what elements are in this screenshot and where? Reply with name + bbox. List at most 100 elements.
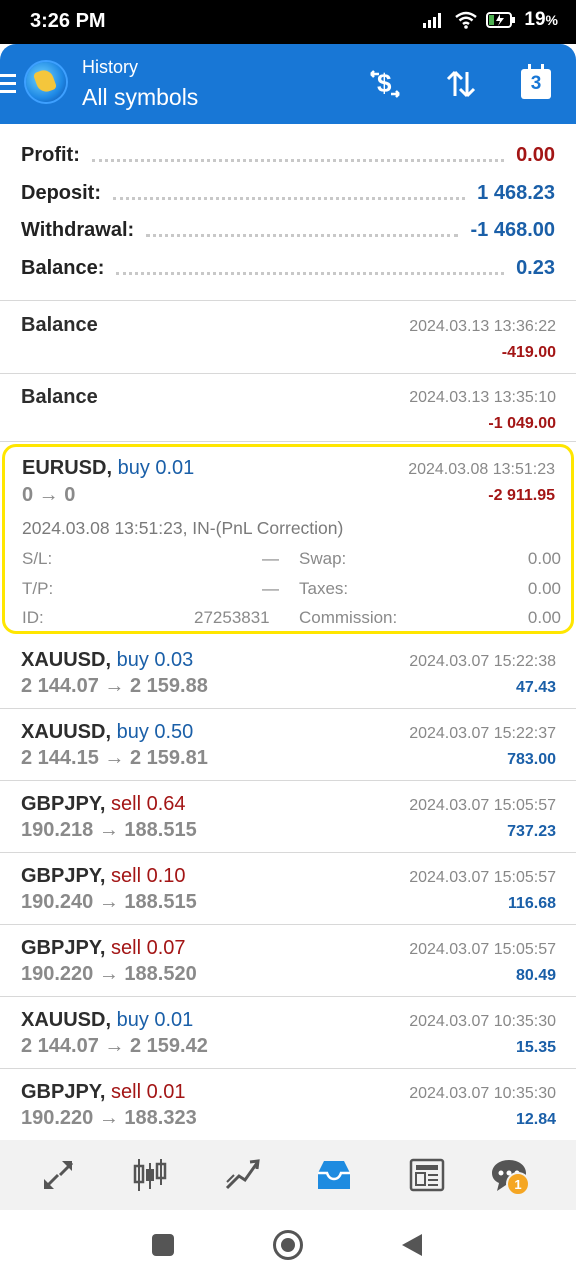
app-bar: History All symbols $ 3 [0,44,576,124]
symbol-name: GBPJPY, [21,1081,106,1103]
deal-row[interactable]: XAUUSD, buy 0.01 2 144.07 → 2 159.42 2024.… [0,997,576,1069]
sort-button[interactable] [439,62,483,106]
deal-prices: 190.218 → 188.515 [21,819,197,841]
deal-symbol: GBPJPY, sell 0.07 [21,937,186,960]
deal-side: buy 0.01 [116,1009,194,1031]
tp-value: — [262,579,279,598]
summary-label: Withdrawal: [21,219,135,241]
nav-news[interactable] [404,1152,450,1198]
deal-side: sell 0.64 [111,793,186,815]
trade-icon [225,1159,260,1190]
taxes-value: 0.00 [527,579,561,598]
sl-label: S/L: [22,549,53,568]
sort-icon [446,70,476,98]
deal-prices: 2 144.07 → 2 159.42 [21,1035,208,1057]
deal-row[interactable]: GBPJPY, sell 0.10 190.240 → 188.515 2024.0… [0,853,576,925]
nav-quotes[interactable] [35,1152,81,1198]
item-amount: -1 049.00 [488,415,556,432]
deal-symbol: GBPJPY, sell 0.01 [21,1081,186,1104]
nav-trade[interactable] [219,1152,265,1198]
swap-label: Swap: [299,549,347,568]
summary-value: 1 468.23 [477,182,555,204]
symbol-name: EURUSD, [22,457,113,479]
deal-symbol: EURUSD, buy 0.01 [22,457,194,480]
symbol-name: XAUUSD, [21,721,112,743]
deal-profit: -2 911.95 [488,487,555,504]
period-calendar-button[interactable]: 3 [514,62,558,106]
deal-side: buy 0.01 [117,457,195,479]
operation-label: Balance [21,314,98,336]
item-datetime: 2024.03.13 13:35:10 [409,389,556,406]
history-icon [318,1161,350,1189]
id-value: 27253831 [194,608,270,627]
deal-profit: 15.35 [515,1039,556,1056]
id-label: ID: [22,608,44,627]
deal-side: sell 0.10 [111,865,186,887]
svg-text:$: $ [377,68,392,98]
bottom-navigation: 1 [0,1140,576,1210]
deal-symbol: XAUUSD, buy 0.50 [21,721,193,744]
summary-value: 0.00 [516,144,555,166]
commission-label: Commission: [299,608,398,627]
app-bar-subtitle: History [82,57,139,77]
deal-prices: 190.220 → 188.323 [21,1107,197,1129]
home-icon[interactable] [273,1230,303,1260]
symbol-filter-title[interactable]: All symbols [82,84,198,111]
deal-row[interactable]: XAUUSD, buy 0.50 2 144.15 → 2 159.81 2024.… [0,709,576,781]
battery-level: 19 [524,9,546,30]
deal-row[interactable]: GBPJPY, sell 0.07 190.220 → 188.520 2024.0… [0,925,576,997]
battery-unit: % [545,12,558,28]
deal-datetime: 2024.03.08 13:51:23 [408,461,555,478]
summary-withdrawal: Withdrawal: -1 468.00 [21,212,555,249]
deal-datetime: 2024.03.07 15:22:37 [409,725,556,742]
deal-symbol: XAUUSD, buy 0.01 [21,1009,193,1032]
list-item[interactable]: Balance 2024.03.13 13:36:22 -419.00 [0,301,576,374]
symbol-name: XAUUSD, [21,1009,112,1031]
sl-value: — [262,549,279,568]
deal-row[interactable]: GBPJPY, sell 0.01 190.220 → 188.323 2024.0… [0,1069,576,1141]
deal-prices: 190.220 → 188.520 [21,963,197,985]
deal-profit: 737.23 [507,823,556,840]
deal-prices: 0 → 0 [22,484,76,506]
summary-profit: Profit: 0.00 [21,137,555,174]
list-item[interactable]: Balance 2024.03.13 13:35:10 -1 049.00 [0,374,576,442]
deal-side: buy 0.03 [116,649,194,671]
deal-profit: 116.68 [507,895,556,912]
swap-value: 0.00 [527,549,561,568]
battery-charging-icon [486,12,516,28]
chat-unread-badge: 1 [506,1172,530,1196]
operation-label: Balance [21,386,98,408]
summary-deposit: Deposit: 1 468.23 [21,175,555,212]
summary-value: -1 468.00 [470,219,555,241]
status-bar: 3:26 PM 19% [0,0,576,44]
deal-comment: 2024.03.08 13:51:23, IN-(PnL Correction) [22,518,344,538]
deposit-withdrawal-button[interactable]: $ [363,62,407,106]
deal-symbol: GBPJPY, sell 0.64 [21,793,186,816]
deal-side: buy 0.50 [116,721,194,743]
summary-label: Profit: [21,144,80,166]
signal-icon [423,13,442,28]
back-icon[interactable] [400,1232,424,1258]
currency-exchange-icon: $ [370,68,400,98]
nav-chart[interactable] [127,1152,173,1198]
deal-datetime: 2024.03.07 10:35:30 [409,1013,556,1030]
nav-chat[interactable]: 1 [486,1152,532,1198]
summary-balance: Balance: 0.23 [21,250,555,287]
news-icon [409,1158,445,1192]
deal-side: sell 0.07 [111,937,186,959]
deal-prices: 2 144.15 → 2 159.81 [21,747,208,769]
deal-symbol: GBPJPY, sell 0.10 [21,865,186,888]
recent-apps-icon[interactable] [152,1234,174,1256]
deal-symbol: XAUUSD, buy 0.03 [21,649,193,672]
summary-value: 0.23 [516,257,555,279]
menu-icon[interactable] [0,74,16,98]
calendar-icon: 3 [521,64,551,99]
deal-row[interactable]: GBPJPY, sell 0.64 190.218 → 188.515 2024.0… [0,781,576,853]
deal-row[interactable]: XAUUSD, buy 0.03 2 144.07 → 2 159.88 2024.… [0,637,576,709]
deal-prices: 190.240 → 188.515 [21,891,197,913]
candlestick-chart-icon [133,1159,167,1191]
item-amount: -419.00 [501,344,556,361]
expanded-deal[interactable]: EURUSD, buy 0.01 0 → 0 2024.03.08 13:51:… [2,444,574,634]
nav-history[interactable] [311,1152,357,1198]
system-navigation-bar [0,1210,576,1280]
